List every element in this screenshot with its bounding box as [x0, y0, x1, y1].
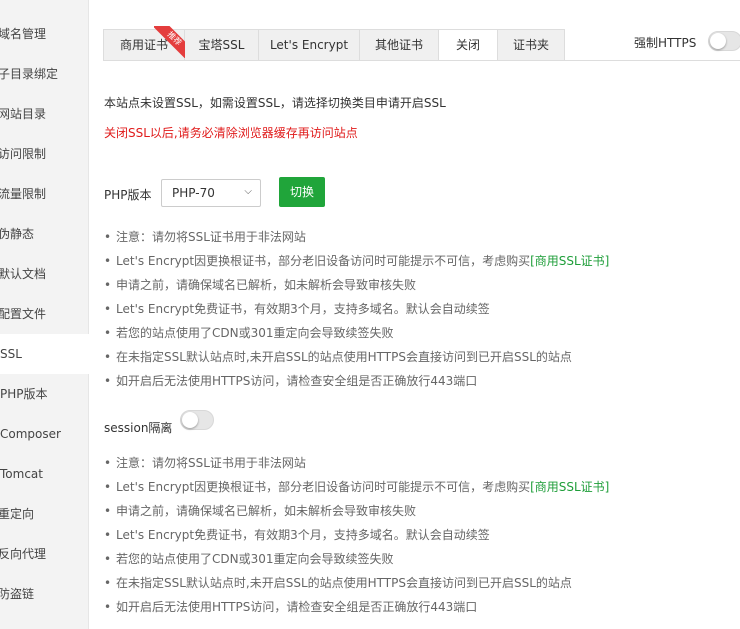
list-item: • 注意：请勿将SSL证书用于非法网站 [104, 456, 306, 470]
sidebar-item-label: SSL [0, 347, 22, 361]
php-version-select[interactable]: PHP-70 ⌵ [161, 179, 261, 207]
list-item: • Let's Encrypt因更换根证书，部分老旧设备访问时可能提示不可信，考虑… [104, 480, 610, 494]
toggle-knob [182, 412, 198, 428]
sidebar-item-label: 默认文档 [0, 267, 47, 281]
ssl-cache-warning: 关闭SSL以后,请务必清除浏览器缓存再访问站点 [104, 126, 358, 140]
sidebar-item-label: 子目录绑定 [0, 67, 59, 81]
tab-label: 证书夹 [512, 38, 549, 52]
tab-close[interactable]: 关闭 [439, 29, 498, 61]
tab-commercial-cert[interactable]: 商用证书 推荐 [103, 26, 186, 61]
force-https-label: 强制HTTPS [634, 36, 697, 50]
sidebar-item-label: Composer [0, 427, 61, 441]
sidebar-item-redirect[interactable]: 重定向 [0, 494, 87, 534]
session-isolation-label: session隔离 [104, 421, 173, 435]
list-item: • 申请之前，请确保域名已解析，如未解析会导致审核失败 [104, 504, 417, 518]
recommend-ribbon: 推荐 [154, 26, 186, 58]
list-item: • 如开启后无法使用HTTPS访问，请检查安全组是否正确放行443端口 [104, 600, 478, 614]
tab-other-cert[interactable]: 其他证书 [360, 29, 439, 61]
ssl-tips-list: • 注意：请勿将SSL证书用于非法网站 • Let's Encrypt因更换根证书，… [104, 225, 740, 393]
sidebar-item-label: 反向代理 [0, 547, 47, 561]
sidebar-item-label: 伪静态 [0, 227, 35, 241]
sidebar-item-site-dir[interactable]: 网站目录 [0, 94, 87, 134]
tab-bt-ssl[interactable]: 宝塔SSL [185, 29, 259, 61]
list-item: • Let's Encrypt因更换根证书，部分老旧设备访问时可能提示不可信，考虑… [104, 254, 610, 268]
sidebar-item-traffic-limit[interactable]: 流量限制 [0, 174, 87, 214]
list-item: • 若您的站点使用了CDN或301重定向会导致续签失败 [104, 552, 394, 566]
tab-label: Let's Encrypt [269, 38, 349, 52]
list-item: • 在未指定SSL默认站点时,未开启SSL的站点使用HTTPS会直接访问到已开启S… [104, 350, 572, 364]
tab-lets-encrypt[interactable]: Let's Encrypt [259, 29, 360, 61]
php-version-label: PHP版本 [104, 188, 152, 202]
ssl-status-notice: 本站点未设置SSL，如需设置SSL，请选择切换类目申请开启SSL [104, 96, 446, 110]
sidebar-item-label: 配置文件 [0, 307, 47, 321]
commercial-ssl-link[interactable]: [商用SSL证书] [530, 254, 609, 268]
force-https-toggle[interactable] [708, 31, 740, 51]
list-item: • 若您的站点使用了CDN或301重定向会导致续签失败 [104, 326, 394, 340]
sidebar-item-label: 网站目录 [0, 107, 47, 121]
sidebar-item-label: 域名管理 [0, 27, 47, 41]
tab-label: 宝塔SSL [198, 38, 245, 52]
sidebar-item-ssl[interactable]: SSL [0, 334, 90, 374]
toggle-knob [710, 33, 726, 49]
list-item: • Let's Encrypt免费证书，有效期3个月，支持多域名。默认会自动续签 [104, 528, 490, 542]
list-item: • 在未指定SSL默认站点时,未开启SSL的站点使用HTTPS会直接访问到已开启S… [104, 576, 572, 590]
sidebar-item-access-limit[interactable]: 访问限制 [0, 134, 87, 174]
sidebar: 域名管理 子目录绑定 网站目录 访问限制 流量限制 伪静态 默认文档 配置文件 … [0, 0, 90, 629]
tabs-divider [103, 60, 740, 61]
sidebar-item-rewrite[interactable]: 伪静态 [0, 214, 87, 254]
tab-label: 关闭 [455, 38, 480, 52]
sidebar-item-hotlink[interactable]: 防盗链 [0, 574, 87, 614]
list-item: • Let's Encrypt免费证书，有效期3个月，支持多域名。默认会自动续签 [104, 302, 490, 316]
switch-button[interactable]: 切换 [279, 177, 325, 207]
sidebar-item-php-version[interactable]: PHP版本 [0, 374, 89, 414]
list-item: • 如开启后无法使用HTTPS访问，请检查安全组是否正确放行443端口 [104, 374, 478, 388]
list-item: • 注意：请勿将SSL证书用于非法网站 [104, 230, 306, 244]
sidebar-item-label: 重定向 [0, 507, 35, 521]
sidebar-item-tomcat[interactable]: Tomcat [0, 454, 89, 494]
sidebar-item-subdir[interactable]: 子目录绑定 [0, 54, 87, 94]
chevron-down-icon: ⌵ [244, 186, 252, 197]
sidebar-item-label: 访问限制 [0, 147, 47, 161]
sidebar-item-label: 防盗链 [0, 587, 35, 601]
session-isolation-toggle[interactable] [180, 410, 214, 430]
sidebar-item-label: PHP版本 [0, 387, 48, 401]
recommend-badge: 推荐 [154, 26, 186, 58]
sidebar-item-label: 流量限制 [0, 187, 47, 201]
sidebar-item-reverse-proxy[interactable]: 反向代理 [0, 534, 87, 574]
sidebar-item-config[interactable]: 配置文件 [0, 294, 87, 334]
ssl-tabs: 商用证书 推荐 宝塔SSL Let's Encrypt 其他证书 关闭 证书夹 [103, 26, 565, 61]
tab-label: 其他证书 [374, 38, 423, 52]
commercial-ssl-link[interactable]: [商用SSL证书] [530, 480, 609, 494]
php-version-value: PHP-70 [172, 186, 215, 200]
sidebar-item-composer[interactable]: Composer [0, 414, 89, 454]
tab-cert-folder[interactable]: 证书夹 [498, 29, 565, 61]
list-item: • 申请之前，请确保域名已解析，如未解析会导致审核失败 [104, 278, 417, 292]
sidebar-item-label: Tomcat [0, 467, 43, 481]
sidebar-item-domain[interactable]: 域名管理 [0, 14, 87, 54]
session-tips-list: • 注意：请勿将SSL证书用于非法网站 • Let's Encrypt因更换根证书，… [104, 451, 740, 619]
sidebar-item-default-doc[interactable]: 默认文档 [0, 254, 87, 294]
